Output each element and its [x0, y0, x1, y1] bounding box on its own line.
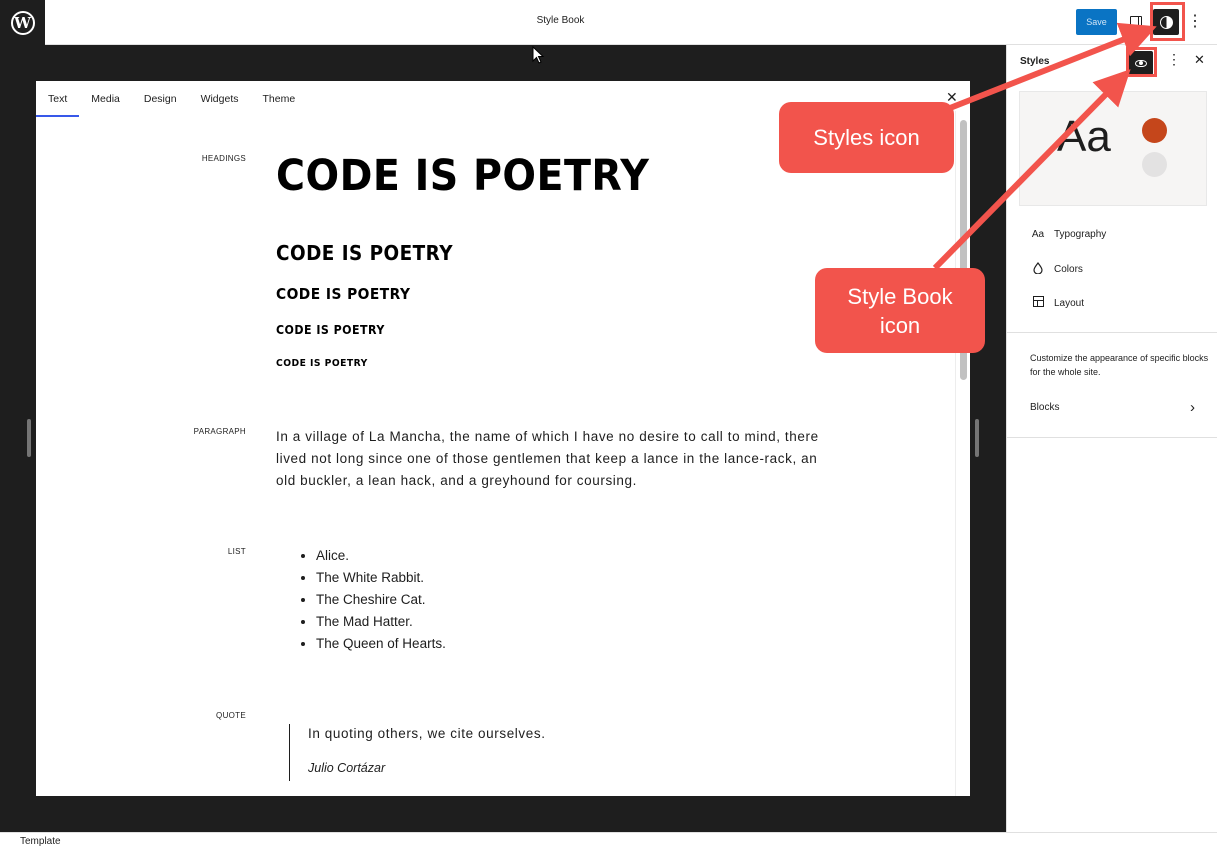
paragraph-sample[interactable]: In a village of La Mancha, the name of w…	[276, 426, 836, 492]
section-label-headings: HEADINGS	[201, 154, 246, 163]
tab-design[interactable]: Design	[132, 81, 189, 117]
highlight-styles-icon	[1150, 2, 1185, 41]
site-editor: W Style Book Save ⋮ Text Media Design Wi…	[0, 0, 1217, 851]
heading-1-sample[interactable]: CODE IS POETRY	[276, 151, 649, 201]
sidebar-close-button[interactable]: ✕	[1194, 52, 1205, 68]
tab-widgets[interactable]: Widgets	[189, 81, 251, 117]
layout-icon	[1030, 296, 1046, 310]
tab-text[interactable]: Text	[36, 81, 80, 117]
quote-citation: Julio Cortázar	[308, 761, 386, 775]
typography-icon: Aa	[1031, 229, 1045, 240]
sidebar-item-label: Typography	[1054, 229, 1107, 240]
sidebar-item-typography[interactable]: Aa Typography	[1030, 229, 1106, 240]
options-menu-button[interactable]: ⋮	[1186, 10, 1204, 34]
sidebar-item-label: Colors	[1054, 264, 1083, 275]
preview-color-primary	[1142, 118, 1167, 143]
view-toggle-button[interactable]	[1127, 12, 1145, 32]
callout-styles-icon: Styles icon	[779, 102, 954, 173]
sidebar-item-blocks[interactable]: Blocks ›	[1030, 399, 1195, 416]
list-item: The White Rabbit.	[316, 567, 446, 589]
sidebar-title: Styles	[1020, 56, 1050, 67]
sidebar-more-button[interactable]: ⋮	[1167, 51, 1181, 68]
styles-sidebar: Styles ⋮ ✕ Aa Aa Typography Colors Layou…	[1006, 45, 1217, 832]
preview-typography-sample: Aa	[1057, 112, 1111, 161]
sidebar-divider	[1007, 332, 1217, 333]
sidebar-divider	[1007, 437, 1217, 438]
heading-5-sample[interactable]: CODE IS POETRY	[276, 358, 368, 369]
droplet-icon	[1030, 262, 1046, 277]
status-bar: Template	[0, 832, 1217, 851]
breadcrumb-template[interactable]: Template	[20, 836, 61, 847]
preview-color-secondary	[1142, 152, 1167, 177]
chevron-right-icon: ›	[1190, 399, 1195, 416]
quote-sample[interactable]: In quoting others, we cite ourselves. Ju…	[289, 724, 546, 781]
section-label-quote: QUOTE	[216, 711, 246, 720]
mouse-cursor-icon	[532, 46, 545, 64]
style-variation-preview[interactable]: Aa	[1019, 91, 1207, 206]
heading-4-sample[interactable]: CODE IS POETRY	[276, 323, 385, 337]
section-label-paragraph: PARAGRAPH	[193, 427, 246, 436]
sidebar-layout-icon	[1130, 15, 1142, 29]
list-item: The Queen of Hearts.	[316, 633, 446, 655]
left-resize-handle[interactable]	[27, 419, 31, 457]
tab-media[interactable]: Media	[79, 81, 132, 117]
sidebar-item-colors[interactable]: Colors	[1030, 262, 1083, 277]
heading-3-sample[interactable]: CODE IS POETRY	[276, 285, 410, 303]
save-button[interactable]: Save	[1076, 9, 1117, 35]
list-sample[interactable]: Alice. The White Rabbit. The Cheshire Ca…	[316, 545, 446, 655]
sidebar-item-label: Blocks	[1030, 402, 1060, 413]
document-title[interactable]: Style Book	[0, 15, 1121, 26]
callout-style-book-icon: Style Book icon	[815, 268, 985, 353]
list-item: The Mad Hatter.	[316, 611, 446, 633]
list-item: Alice.	[316, 545, 446, 567]
style-book-frame: Text Media Design Widgets Theme ✕ HEADIN…	[36, 81, 970, 796]
right-resize-handle[interactable]	[975, 419, 979, 457]
section-label-list: LIST	[227, 547, 246, 556]
quote-text: In quoting others, we cite ourselves.	[308, 726, 546, 741]
blocks-description: Customize the appearance of specific blo…	[1030, 353, 1209, 377]
scrollbar[interactable]	[955, 111, 970, 796]
tab-theme[interactable]: Theme	[251, 81, 308, 117]
heading-2-sample[interactable]: CODE IS POETRY	[276, 241, 453, 265]
sidebar-item-label: Layout	[1054, 297, 1085, 309]
list-item: The Cheshire Cat.	[316, 589, 446, 611]
sidebar-item-layout[interactable]: Layout	[1030, 296, 1084, 310]
style-book-tabs: Text Media Design Widgets Theme	[36, 81, 307, 117]
editor-header: W Style Book Save ⋮	[0, 0, 1217, 45]
highlight-style-book-icon	[1126, 47, 1157, 77]
